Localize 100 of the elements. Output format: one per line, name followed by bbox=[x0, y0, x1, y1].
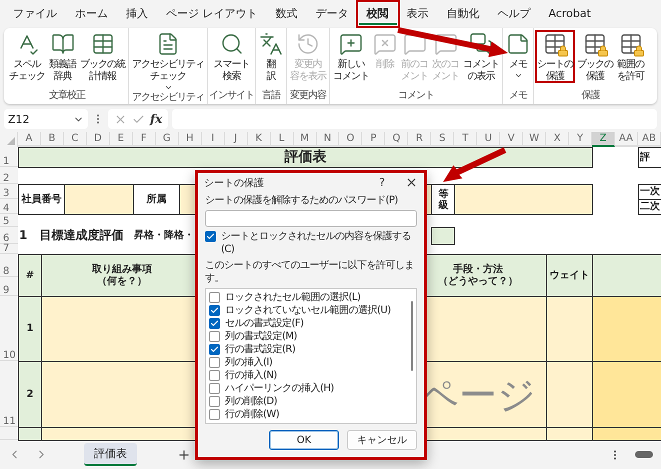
permission-item[interactable]: 列の書式設定(M) bbox=[209, 330, 408, 343]
row-header[interactable]: 3 bbox=[0, 184, 18, 199]
menu-tab[interactable]: 表示 bbox=[398, 3, 436, 25]
add-sheet-icon[interactable] bbox=[177, 448, 191, 462]
menu-tab[interactable]: Acrobat bbox=[540, 4, 599, 24]
cancel-icon[interactable] bbox=[114, 112, 127, 126]
column-header[interactable]: N bbox=[316, 132, 340, 147]
ribbon-button[interactable]: メモ bbox=[504, 30, 532, 80]
column-header[interactable]: L bbox=[270, 132, 294, 147]
ribbon-button[interactable]: 範囲の を許可 bbox=[615, 30, 646, 83]
permission-item[interactable]: セルの書式設定(F) bbox=[209, 317, 408, 330]
checkbox[interactable] bbox=[209, 318, 220, 329]
permission-item[interactable]: 列の挿入(I) bbox=[209, 356, 408, 369]
table-cell: 評 bbox=[638, 147, 661, 168]
note-icon bbox=[506, 32, 530, 56]
checkbox[interactable] bbox=[209, 409, 220, 420]
checkbox[interactable] bbox=[209, 396, 220, 407]
row-header[interactable]: 11 bbox=[0, 361, 18, 427]
column-header[interactable]: D bbox=[86, 132, 110, 147]
help-button[interactable]: ? bbox=[379, 176, 385, 189]
group-label: コメント bbox=[397, 90, 435, 102]
table-cell: 所属 bbox=[132, 184, 180, 215]
row-header[interactable]: 9 bbox=[0, 277, 18, 296]
column-header[interactable]: M bbox=[294, 132, 317, 147]
column-header[interactable]: G bbox=[156, 132, 179, 147]
ribbon-button[interactable]: アクセシビリティ チェック bbox=[130, 30, 206, 92]
checkbox[interactable] bbox=[209, 383, 220, 394]
row-header[interactable]: 2 bbox=[0, 167, 18, 184]
ribbon-button[interactable]: スペル チェック bbox=[7, 30, 47, 83]
column-header[interactable]: S bbox=[431, 132, 454, 147]
checkbox[interactable] bbox=[205, 231, 216, 242]
column-header[interactable]: R bbox=[408, 132, 432, 147]
menu-tab[interactable]: 挿入 bbox=[118, 3, 156, 25]
column-header[interactable]: K bbox=[248, 132, 271, 147]
ribbon-button[interactable]: ブックの統 計情報 bbox=[78, 30, 127, 83]
checkbox[interactable] bbox=[209, 305, 220, 316]
ribbon-button[interactable]: 新しい コメント bbox=[331, 30, 371, 83]
check-icon[interactable] bbox=[132, 112, 145, 126]
row-header[interactable]: 8 bbox=[0, 254, 18, 277]
row-header[interactable]: 10 bbox=[0, 296, 18, 361]
menu-tab[interactable]: ファイル bbox=[5, 3, 65, 25]
checkbox[interactable] bbox=[209, 370, 220, 381]
permission-item[interactable]: 行の書式設定(R) bbox=[209, 343, 408, 356]
name-box[interactable]: Z12 bbox=[4, 109, 88, 129]
column-header[interactable]: B bbox=[40, 132, 64, 147]
permission-item[interactable]: ハイパーリンクの挿入(H) bbox=[209, 382, 408, 395]
column-header[interactable]: J bbox=[224, 132, 248, 147]
menu-tab[interactable]: ヘルプ bbox=[490, 3, 538, 25]
ribbon-button[interactable]: ブックの 保護 bbox=[575, 30, 615, 83]
row-header[interactable]: 7 bbox=[0, 244, 18, 254]
checkbox[interactable] bbox=[209, 331, 220, 342]
permission-item[interactable]: ロックされたセル範囲の選択(L) bbox=[209, 291, 408, 304]
ribbon-button[interactable]: スマート 検索 bbox=[212, 30, 252, 83]
column-header[interactable]: U bbox=[477, 132, 500, 147]
checkbox[interactable] bbox=[209, 357, 220, 368]
menu-tab[interactable]: ページ レイアウト bbox=[158, 3, 266, 25]
group-label: インサイト bbox=[209, 90, 254, 102]
row-header[interactable]: 6 bbox=[0, 227, 18, 244]
column-header[interactable]: E bbox=[110, 132, 133, 147]
insert-function-button[interactable]: fx bbox=[150, 112, 162, 126]
sheet-tab[interactable]: 評価表 bbox=[84, 443, 137, 466]
select-all-button[interactable] bbox=[0, 132, 18, 147]
column-header[interactable]: I bbox=[202, 132, 225, 147]
column-header[interactable]: H bbox=[178, 132, 202, 147]
menu-tab[interactable]: ホーム bbox=[67, 3, 116, 25]
permission-item[interactable]: 行の挿入(N) bbox=[209, 369, 408, 382]
close-icon[interactable] bbox=[405, 176, 418, 189]
column-header[interactable]: A bbox=[18, 132, 41, 147]
column-header[interactable]: Z bbox=[592, 132, 616, 147]
column-header[interactable]: F bbox=[132, 132, 156, 147]
ribbon-button[interactable]: 類義語 辞典 bbox=[47, 30, 78, 83]
column-header[interactable]: C bbox=[64, 132, 87, 147]
scrollbar-thumb[interactable] bbox=[635, 451, 653, 458]
checkbox[interactable] bbox=[209, 344, 220, 355]
column-header[interactable]: V bbox=[500, 132, 524, 147]
ribbon-button[interactable]: シートの 保護 bbox=[535, 30, 575, 83]
column-header[interactable]: Y bbox=[569, 132, 592, 147]
password-field[interactable] bbox=[205, 210, 417, 227]
ribbon-button[interactable]: 翻 訳 bbox=[257, 30, 285, 83]
column-header[interactable]: W bbox=[523, 132, 546, 147]
permission-item[interactable]: ロックされていないセル範囲の選択(U) bbox=[209, 304, 408, 317]
column-header[interactable]: AB bbox=[638, 132, 661, 147]
column-header[interactable]: AA bbox=[615, 132, 638, 147]
menu-tab[interactable]: 数式 bbox=[268, 3, 306, 25]
column-header[interactable]: Q bbox=[385, 132, 408, 147]
dialog-button[interactable]: キャンセル bbox=[347, 430, 417, 450]
column-header[interactable]: T bbox=[454, 132, 478, 147]
scrollbar-thumb[interactable] bbox=[411, 301, 413, 371]
row-header[interactable]: 1 bbox=[0, 147, 18, 167]
permission-item[interactable]: 列の削除(D) bbox=[209, 395, 408, 408]
dialog-button[interactable]: OK bbox=[269, 430, 339, 450]
column-header[interactable]: O bbox=[339, 132, 362, 147]
row-header[interactable]: 5 bbox=[0, 214, 18, 227]
row-header[interactable]: 4 bbox=[0, 199, 18, 214]
column-header[interactable]: P bbox=[362, 132, 386, 147]
checkbox[interactable] bbox=[209, 292, 220, 303]
menu-tab[interactable]: 自動化 bbox=[438, 3, 488, 25]
column-header[interactable]: X bbox=[546, 132, 570, 147]
menu-tab[interactable]: データ bbox=[308, 3, 356, 25]
permission-item[interactable]: 行の削除(W) bbox=[209, 408, 408, 421]
